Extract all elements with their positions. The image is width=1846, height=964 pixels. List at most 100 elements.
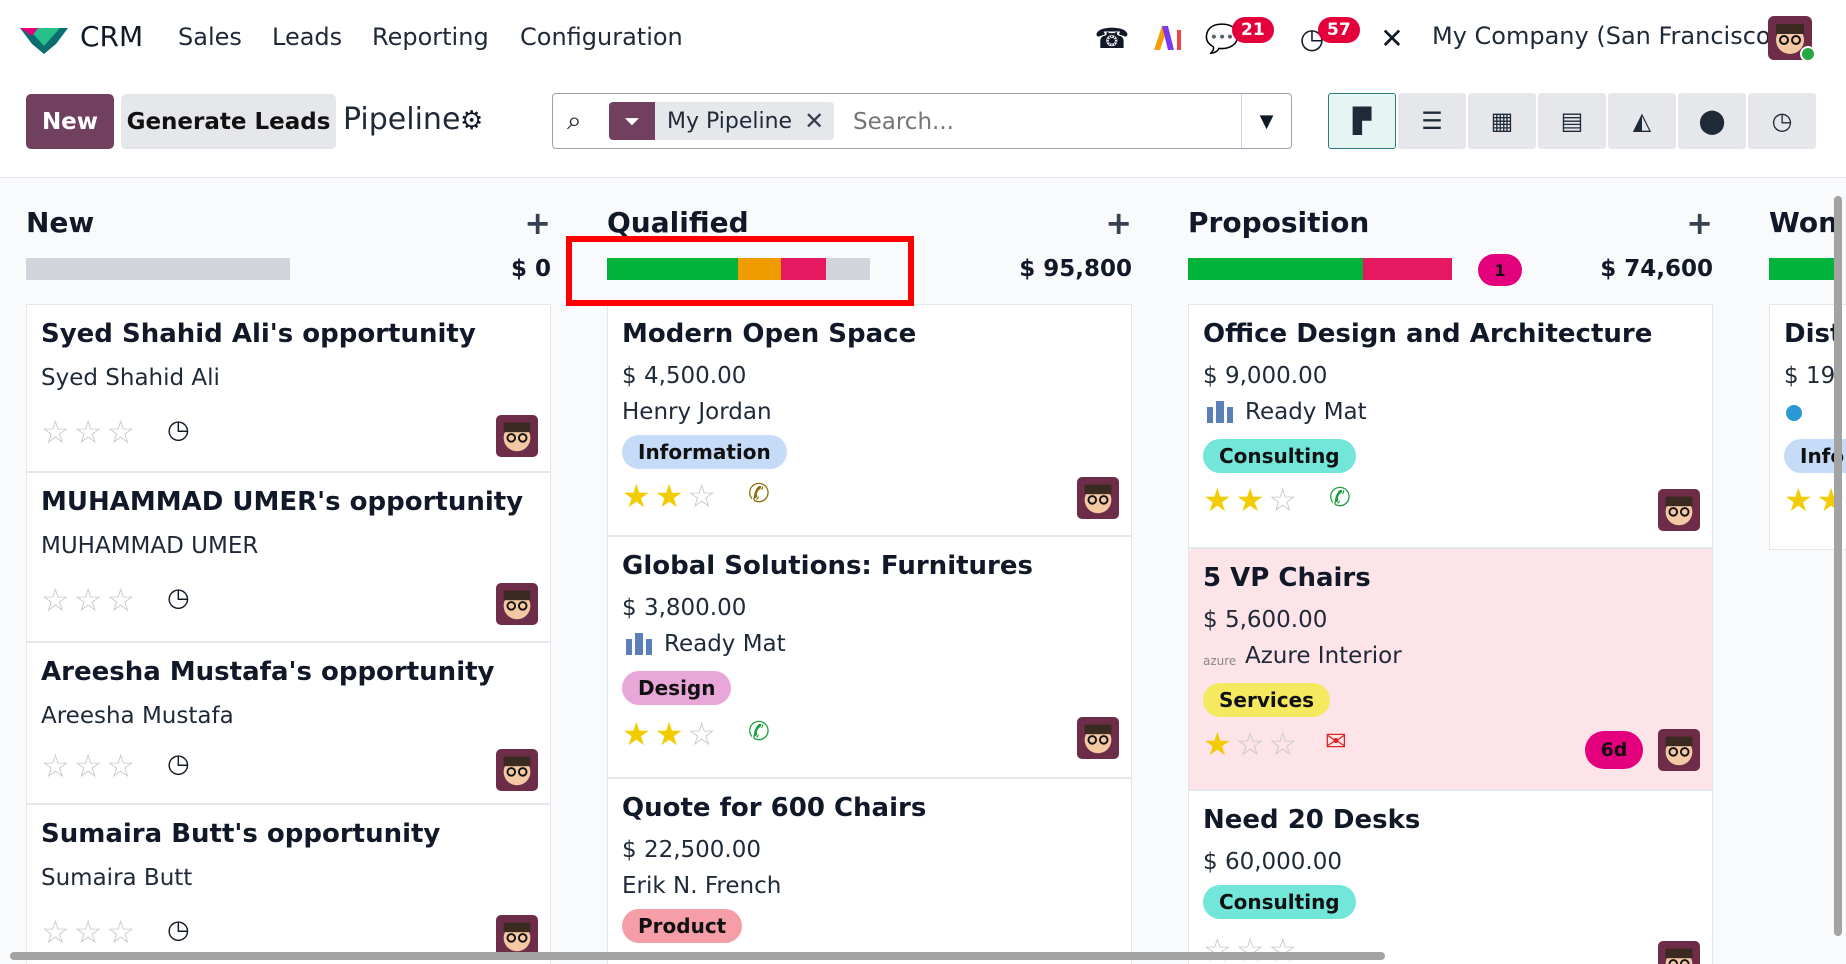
card-contact: Henry Jordan bbox=[622, 399, 772, 425]
kanban-card[interactable]: Syed Shahid Ali's opportunity Syed Shahi… bbox=[26, 304, 551, 472]
activity-clock-icon[interactable]: ◷ bbox=[167, 415, 190, 445]
kanban-card[interactable]: Areesha Mustafa's opportunity Areesha Mu… bbox=[26, 642, 551, 804]
kanban-card[interactable]: Global Solutions: Furnitures $ 3,800.00 … bbox=[607, 536, 1132, 778]
card-amount: $ 4,500.00 bbox=[622, 363, 747, 389]
calendar-view-button[interactable]: ▦ bbox=[1468, 93, 1536, 149]
card-title: Office Design and Architecture bbox=[1203, 319, 1653, 349]
avatar[interactable] bbox=[496, 915, 538, 957]
phone-call-icon[interactable]: ✆ bbox=[748, 479, 770, 509]
phone-icon[interactable]: ☎ bbox=[1092, 18, 1132, 58]
graph-view-button[interactable]: ◭ bbox=[1608, 93, 1676, 149]
app-name[interactable]: CRM bbox=[80, 20, 143, 53]
add-card-icon[interactable]: + bbox=[524, 204, 551, 242]
menu-sales[interactable]: Sales bbox=[178, 23, 242, 51]
priority-stars[interactable]: ☆☆☆ bbox=[41, 747, 139, 785]
add-card-icon[interactable]: + bbox=[1686, 204, 1713, 242]
kanban-card[interactable]: 5 VP Chairs $ 5,600.00 azure Azure Inter… bbox=[1188, 548, 1713, 790]
card-company: Ready Mat bbox=[1245, 399, 1367, 425]
card-contact: Sumaira Butt bbox=[41, 865, 193, 891]
activity-view-button[interactable]: ◷ bbox=[1748, 93, 1816, 149]
activities-badge: 57 bbox=[1318, 17, 1360, 43]
filter-icon: ⏷ bbox=[609, 102, 655, 140]
card-amount: $ 19 bbox=[1784, 363, 1836, 389]
phone-call-icon[interactable]: ✆ bbox=[748, 717, 770, 747]
pivot-view-button[interactable]: ▤ bbox=[1538, 93, 1606, 149]
new-button[interactable]: New bbox=[26, 94, 114, 149]
priority-stars[interactable]: ☆☆☆ bbox=[41, 913, 139, 951]
column-progress-bar[interactable] bbox=[26, 258, 290, 280]
menu-configuration[interactable]: Configuration bbox=[520, 23, 683, 51]
avatar[interactable] bbox=[1658, 729, 1700, 771]
close-icon[interactable]: ✕ bbox=[804, 107, 834, 135]
tag-badge: Information bbox=[622, 435, 787, 469]
crm-logo-icon[interactable] bbox=[20, 22, 68, 54]
kanban-card[interactable]: Quote for 600 Chairs $ 22,500.00 Erik N.… bbox=[607, 778, 1132, 964]
priority-stars[interactable]: ★☆☆ bbox=[1203, 725, 1301, 763]
company-logo-icon bbox=[1786, 405, 1802, 421]
kanban-view-button[interactable]: ▛ bbox=[1328, 93, 1396, 149]
company-logo-icon: azure bbox=[1203, 654, 1236, 668]
priority-stars[interactable]: ★★☆ bbox=[622, 715, 720, 753]
control-panel: New Generate Leads Pipeline ⚙ ⌕ ⏷ My Pip… bbox=[0, 78, 1846, 178]
search-input[interactable] bbox=[853, 104, 1233, 140]
calendar-icon: ▦ bbox=[1490, 107, 1514, 135]
kanban-card[interactable]: Office Design and Architecture $ 9,000.0… bbox=[1188, 304, 1713, 548]
column-progress-bar[interactable] bbox=[1769, 258, 1839, 280]
activity-icon: ◷ bbox=[1771, 107, 1793, 135]
activity-clock-icon[interactable]: ◷ bbox=[167, 583, 190, 613]
activity-clock-icon[interactable]: ◷ bbox=[167, 915, 190, 945]
online-status-dot bbox=[1800, 46, 1816, 62]
progress-green[interactable] bbox=[1188, 258, 1363, 280]
menu-reporting[interactable]: Reporting bbox=[372, 23, 489, 51]
avatar[interactable] bbox=[496, 749, 538, 791]
tools-icon[interactable]: ✕ bbox=[1372, 18, 1412, 58]
tag-badge: Consulting bbox=[1203, 439, 1356, 473]
avatar[interactable] bbox=[496, 415, 538, 457]
phone-call-icon[interactable]: ✆ bbox=[1329, 483, 1351, 513]
avatar[interactable] bbox=[1077, 717, 1119, 759]
progress-red[interactable] bbox=[1363, 258, 1452, 280]
avatar[interactable] bbox=[1658, 489, 1700, 531]
list-view-button[interactable]: ☰ bbox=[1398, 93, 1466, 149]
column-count-badge[interactable]: 1 bbox=[1478, 254, 1522, 286]
kanban-card[interactable]: Sumaira Butt's opportunity Sumaira Butt … bbox=[26, 804, 551, 964]
deadline-badge[interactable]: 6d bbox=[1585, 731, 1643, 769]
horizontal-scrollbar[interactable] bbox=[10, 952, 1385, 960]
avatar[interactable] bbox=[1658, 941, 1700, 964]
card-contact: MUHAMMAD UMER bbox=[41, 533, 259, 559]
activity-clock-icon[interactable]: ◷ bbox=[167, 749, 190, 779]
avatar[interactable] bbox=[496, 583, 538, 625]
kanban-card[interactable]: Need 20 Desks $ 60,000.00 Consulting ☆☆☆ bbox=[1188, 790, 1713, 964]
chevron-down-icon[interactable]: ▼ bbox=[1241, 94, 1291, 148]
priority-stars[interactable]: ☆☆☆ bbox=[41, 413, 139, 451]
card-title: Syed Shahid Ali's opportunity bbox=[41, 319, 476, 349]
card-amount: $ 22,500.00 bbox=[622, 837, 761, 863]
messages-badge: 21 bbox=[1232, 17, 1274, 43]
svg-text:azure: azure bbox=[1203, 654, 1236, 668]
kanban-card[interactable]: Modern Open Space $ 4,500.00 Henry Jorda… bbox=[607, 304, 1132, 536]
generate-leads-button[interactable]: Generate Leads bbox=[121, 94, 336, 149]
card-contact: Areesha Mustafa bbox=[41, 703, 234, 729]
priority-stars[interactable]: ★★☆ bbox=[1203, 481, 1301, 519]
card-company: Azure Interior bbox=[1245, 643, 1402, 669]
filter-facet[interactable]: ⏷ My Pipeline ✕ bbox=[609, 102, 835, 140]
card-contact: Erik N. French bbox=[622, 873, 782, 899]
ai-icon[interactable] bbox=[1148, 18, 1188, 58]
avatar[interactable] bbox=[1077, 477, 1119, 519]
email-icon[interactable]: ✉ bbox=[1325, 727, 1347, 757]
kanban-card[interactable]: MUHAMMAD UMER's opportunity MUHAMMAD UME… bbox=[26, 472, 551, 642]
company-logo-icon bbox=[626, 633, 652, 655]
search-icon[interactable]: ⌕ bbox=[567, 106, 582, 137]
map-view-button[interactable]: ⬤ bbox=[1678, 93, 1746, 149]
column-progress-bar[interactable] bbox=[1188, 258, 1452, 280]
priority-stars[interactable]: ★★☆ bbox=[622, 477, 720, 515]
tag-badge: Services bbox=[1203, 683, 1331, 717]
tag-badge: Product bbox=[622, 909, 743, 943]
priority-stars[interactable]: ☆☆☆ bbox=[41, 581, 139, 619]
vertical-scrollbar[interactable] bbox=[1834, 196, 1842, 936]
gear-icon[interactable]: ⚙ bbox=[460, 106, 483, 136]
card-amount: $ 3,800.00 bbox=[622, 595, 747, 621]
company-switcher[interactable]: My Company (San Francisco) bbox=[1432, 22, 1780, 50]
add-card-icon[interactable]: + bbox=[1105, 204, 1132, 242]
menu-leads[interactable]: Leads bbox=[272, 23, 342, 51]
